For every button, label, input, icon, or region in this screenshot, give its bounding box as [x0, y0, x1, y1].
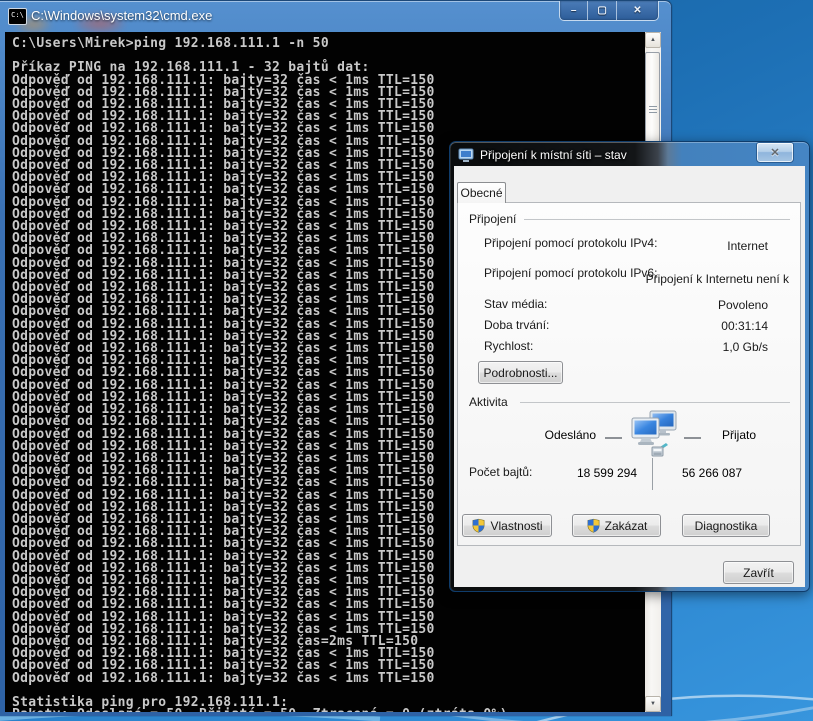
properties-button[interactable]: Vlastnosti	[462, 514, 552, 537]
details-button-label: Podrobnosti...	[483, 366, 557, 380]
group-divider	[524, 219, 790, 220]
close-button[interactable]: ✕	[617, 1, 658, 20]
cmd-icon: C:\	[8, 8, 27, 25]
activity-connector-line	[605, 437, 622, 439]
sent-label: Odesláno	[518, 428, 596, 442]
dialog-close-button[interactable]: ✕	[756, 142, 794, 163]
minimize-button[interactable]: –	[560, 1, 588, 20]
uac-shield-icon	[471, 518, 486, 533]
scrollbar-grip	[649, 106, 657, 114]
disable-button[interactable]: Zakázat	[572, 514, 661, 537]
duration-value: 00:31:14	[721, 319, 768, 333]
network-connection-icon	[458, 148, 475, 168]
diagnostics-button-label: Diagnostika	[695, 519, 758, 533]
bytes-received-value: 56 266 087	[682, 466, 742, 480]
cmd-window-title: C:\Windows\system32\cmd.exe	[31, 8, 212, 23]
group-divider	[520, 402, 790, 403]
bytes-sent-value: 18 599 294	[518, 466, 637, 480]
connection-group-label: Připojení	[469, 212, 516, 226]
tab-panel-general: Připojení Připojení pomocí protokolu IPv…	[457, 202, 801, 546]
details-button[interactable]: Podrobnosti...	[478, 361, 563, 384]
ipv6-value: Připojení k Internetu není k	[646, 272, 789, 286]
speed-label: Rychlost:	[484, 339, 533, 353]
uac-shield-icon	[586, 518, 601, 533]
computers-network-icon	[628, 409, 680, 466]
cmd-window-controls: – ▢ ✕	[559, 1, 659, 21]
cmd-titlebar[interactable]: C:\ C:\Windows\system32\cmd.exe – ▢ ✕	[0, 0, 672, 32]
ipv4-value: Internet	[727, 239, 768, 253]
close-dialog-button-label: Zavřít	[743, 566, 774, 580]
duration-label: Doba trvání:	[484, 318, 549, 332]
dialog-title: Připojení k místní síti – stav	[480, 148, 627, 162]
media-state-label: Stav média:	[484, 297, 547, 311]
properties-button-label: Vlastnosti	[490, 519, 542, 533]
ipv4-label: Připojení pomocí protokolu IPv4:	[484, 236, 684, 251]
scroll-up-icon[interactable]: ▲	[645, 32, 661, 48]
media-state-value: Povoleno	[718, 298, 768, 312]
scroll-down-icon[interactable]: ▼	[645, 696, 661, 712]
diagnostics-button[interactable]: Diagnostika	[682, 514, 770, 537]
speed-value: 1,0 Gb/s	[723, 340, 768, 354]
close-dialog-button[interactable]: Zavřít	[723, 561, 794, 584]
network-status-dialog: Připojení k místní síti – stav ✕ Obecné …	[449, 141, 810, 592]
close-icon: ✕	[770, 146, 779, 159]
bytes-divider	[652, 458, 653, 490]
disable-button-label: Zakázat	[605, 519, 648, 533]
maximize-button[interactable]: ▢	[588, 1, 616, 20]
dialog-body: Obecné Připojení Připojení pomocí protok…	[454, 166, 805, 587]
activity-connector-line	[684, 437, 701, 439]
tab-general[interactable]: Obecné	[457, 182, 506, 203]
received-label: Přijato	[722, 428, 756, 442]
activity-group-label: Aktivita	[469, 395, 508, 409]
